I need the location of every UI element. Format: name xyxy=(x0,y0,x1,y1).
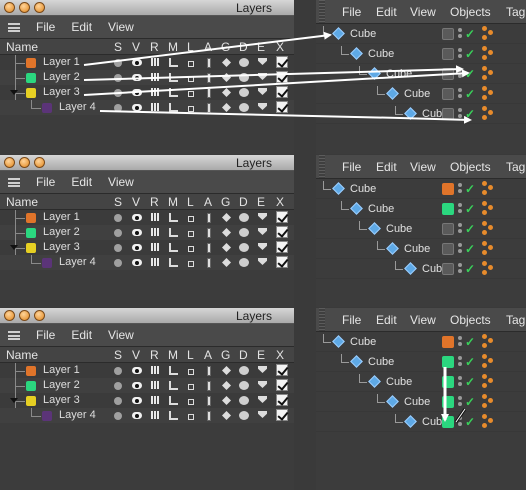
annotation-arrows xyxy=(83,31,472,423)
arrow-layer4-to-tag xyxy=(99,110,472,124)
arrow-layer1-to-cube xyxy=(83,31,332,66)
arrow-layer3-to-tag xyxy=(83,69,470,96)
arrow-layer2-to-tag xyxy=(83,65,464,81)
pen-cursor-icon xyxy=(454,408,467,423)
